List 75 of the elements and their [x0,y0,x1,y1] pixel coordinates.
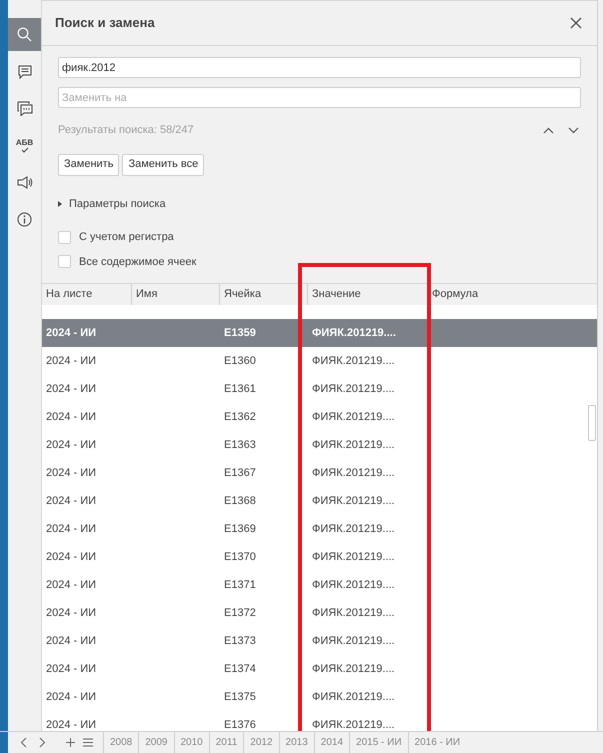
table-cell: 2024 - ИИ [46,410,96,423]
table-cell: E1369 [224,522,256,535]
search-field[interactable]: фияк.2012 [58,57,581,78]
table-cell: E1359 [224,326,256,339]
comment-icon [18,64,32,78]
caret-right-icon [58,200,63,207]
close-icon[interactable] [570,17,582,29]
replace-field[interactable]: Заменить на [58,87,581,108]
table-cell: E1368 [224,494,256,507]
search-icon [17,27,32,42]
checkbox-label: С учетом регистра [79,230,174,245]
table-cell: ФИЯК.201219.... [312,662,395,675]
table-cell: 2024 - ИИ [46,718,96,731]
table-cell: E1361 [224,382,256,395]
table-cell: E1373 [224,634,256,647]
table-cell: E1371 [224,578,256,591]
table-cell: ФИЯК.201219.... [312,382,395,395]
replace-button[interactable]: Заменить [58,154,120,176]
table-cell: ФИЯК.201219.... [312,634,395,647]
table-cell: ФИЯК.201219.... [312,578,395,591]
table-cell: ФИЯК.201219.... [312,326,396,339]
table-cell: ФИЯК.201219.... [312,718,395,731]
table-cell: 2024 - ИИ [46,326,96,339]
table-cell: ФИЯК.201219.... [312,690,395,703]
table-cell: ФИЯК.201219.... [312,410,395,423]
table-cell: 2024 - ИИ [46,382,96,395]
table-cell: E1372 [224,606,256,619]
chevron-right-icon[interactable] [39,737,46,748]
table-cell: E1375 [224,690,256,703]
replace-button[interactable]: Заменить все [122,154,204,176]
result-row[interactable]: 2024 - ИИ E1359 ФИЯК.201219.... [42,319,597,347]
menu-icon[interactable] [83,738,93,747]
sidebar-button[interactable] [8,18,41,51]
table-cell: 2024 - ИИ [46,578,96,591]
table-cell: ФИЯК.201219.... [312,550,395,563]
table-cell: E1362 [224,410,256,423]
table-cell: 2024 - ИИ [46,466,96,479]
table-cell: 2024 - ИИ [46,438,96,451]
sidebar-button[interactable]: АБВ [8,129,41,162]
table-cell: E1370 [224,550,256,563]
chevron-up-icon[interactable] [543,126,554,134]
table-cell: 2024 - ИИ [46,550,96,563]
table-cell: 2024 - ИИ [46,354,96,367]
chevron-down-icon[interactable] [568,126,579,134]
table-cell: 2024 - ИИ [46,606,96,619]
table-cell: E1367 [224,466,256,479]
chat-icon [16,101,32,116]
check-icon [20,146,28,152]
search-options-toggle[interactable]: Параметры поиска [58,196,166,212]
column-header[interactable]: Формула [428,284,597,305]
search-results-count: Результаты поиска: 58/247 [58,123,194,138]
table-cell: ФИЯК.201219.... [312,354,395,367]
table-cell: ФИЯК.201219.... [312,438,395,451]
table-cell: 2024 - ИИ [46,662,96,675]
table-cell: 2024 - ИИ [46,522,96,535]
scrollbar-thumb[interactable] [588,405,596,441]
table-cell: E1363 [224,438,256,451]
chevron-left-icon[interactable] [20,737,27,748]
table-cell: ФИЯК.201219.... [312,522,395,535]
table-cell: E1374 [224,662,256,675]
table-cell: E1376 [224,718,256,731]
table-cell: 2024 - ИИ [46,494,96,507]
table-cell: E1360 [224,354,256,367]
panel-title: Поиск и замена [55,14,155,32]
info-icon [17,212,32,227]
table-cell: 2024 - ИИ [46,690,96,703]
add-sheet-icon[interactable] [66,738,75,747]
table-cell: ФИЯК.201219.... [312,466,395,479]
checkbox-label: Все содержимое ячеек [79,254,196,270]
checkbox[interactable] [58,255,71,268]
table-cell: 2024 - ИИ [46,634,96,647]
checkbox[interactable] [58,230,71,244]
table-cell: ФИЯК.201219.... [312,494,395,507]
table-cell: ФИЯК.201219.... [312,606,395,619]
megaphone-icon [16,176,32,189]
